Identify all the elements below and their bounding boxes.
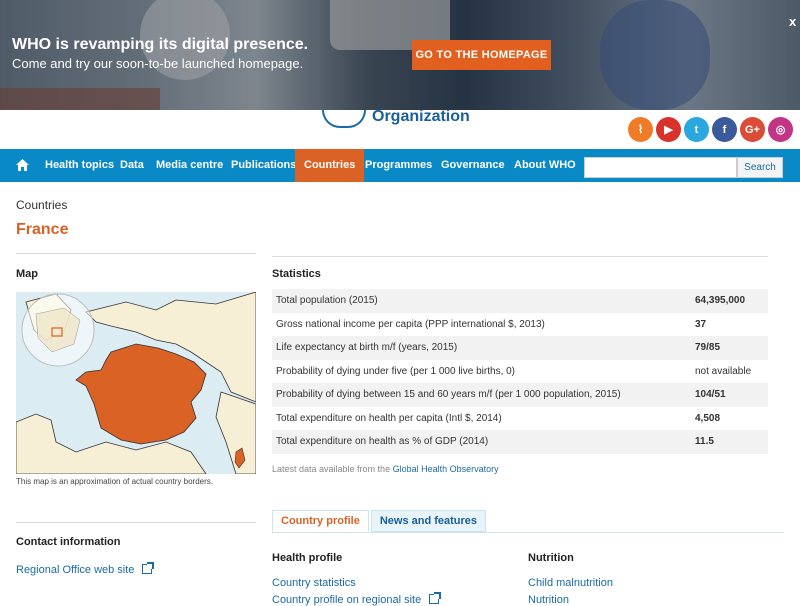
contact-heading: Contact information	[16, 536, 121, 548]
table-row: Probability of dying under five (per 1 0…	[272, 360, 768, 384]
tab-country-profile[interactable]: Country profile	[272, 510, 369, 532]
health-profile-heading: Health profile	[272, 552, 343, 564]
stat-label: Probability of dying under five (per 1 0…	[276, 365, 516, 377]
home-icon[interactable]	[16, 159, 29, 171]
regional-office-link[interactable]: Regional Office web site	[16, 562, 155, 576]
statistics-heading: Statistics	[272, 268, 321, 280]
stat-value: not available	[695, 365, 752, 377]
logo-text: Organization	[372, 108, 470, 125]
nav-item-data[interactable]: Data	[120, 149, 144, 182]
country-map	[16, 292, 256, 474]
who-logo[interactable]: Organization	[322, 108, 470, 130]
social-links: ⌇ ▶ t f G+ ◎	[628, 117, 793, 142]
nutrition-link[interactable]: Nutrition	[528, 594, 569, 606]
table-row: Life expectancy at birth m/f (years, 201…	[272, 336, 768, 360]
nav-item-about-who[interactable]: About WHO	[514, 149, 576, 182]
promo-banner: WHO is revamping its digital presence. C…	[0, 0, 800, 110]
search-input[interactable]	[584, 157, 737, 178]
table-row: Total expenditure on health per capita (…	[272, 407, 768, 431]
rss-icon[interactable]: ⌇	[628, 117, 653, 142]
global-health-observatory-link[interactable]: Global Health Observatory	[393, 464, 499, 474]
map-disclaimer: This map is an approximation of actual c…	[16, 477, 213, 486]
stat-label: Life expectancy at birth m/f (years, 201…	[276, 342, 458, 354]
close-banner-button[interactable]: x	[789, 14, 796, 29]
youtube-icon[interactable]: ▶	[656, 117, 681, 142]
divider	[16, 253, 256, 254]
table-row: Total expenditure on health as % of GDP …	[272, 430, 768, 454]
stat-label: Total expenditure on health as % of GDP …	[276, 436, 489, 448]
statistics-table: Total population (2015) 64,395,000 Gross n…	[272, 289, 768, 454]
map-heading: Map	[16, 268, 38, 280]
table-row: Gross national income per capita (PPP in…	[272, 313, 768, 337]
tab-news-and-features[interactable]: News and features	[370, 510, 487, 532]
banner-subtitle: Come and try our soon-to-be launched hom…	[12, 56, 304, 71]
child-malnutrition-link[interactable]: Child malnutrition	[528, 577, 613, 589]
country-profile-regional-link[interactable]: Country profile on regional site	[272, 592, 442, 606]
stat-label: Total expenditure on health per capita (…	[276, 412, 502, 424]
nutrition-heading: Nutrition	[528, 552, 574, 564]
table-row: Probability of dying between 15 and 60 y…	[272, 383, 768, 407]
nav-item-health-topics[interactable]: Health topics	[45, 149, 114, 182]
stat-label: Gross national income per capita (PPP in…	[276, 318, 545, 330]
external-link-icon	[142, 562, 155, 574]
google-plus-icon[interactable]: G+	[740, 117, 765, 142]
nav-item-media-centre[interactable]: Media centre	[156, 149, 223, 182]
instagram-icon[interactable]: ◎	[768, 117, 793, 142]
nav-item-programmes[interactable]: Programmes	[365, 149, 432, 182]
external-link-icon	[429, 592, 442, 604]
facebook-icon[interactable]: f	[712, 117, 737, 142]
stat-value: 4,508	[695, 412, 721, 424]
nav-item-governance[interactable]: Governance	[441, 149, 505, 182]
stat-value: 79/85	[695, 342, 721, 354]
stat-label: Probability of dying between 15 and 60 y…	[276, 389, 621, 401]
stat-value: 64,395,000	[695, 295, 746, 307]
page-title: France	[16, 221, 69, 238]
breadcrumb[interactable]: Countries	[16, 198, 67, 212]
divider	[16, 522, 256, 523]
stat-value: 11.5	[695, 436, 714, 448]
stat-value: 37	[695, 318, 707, 330]
nav-item-countries[interactable]: Countries	[295, 149, 365, 182]
table-row: Total population (2015) 64,395,000	[272, 289, 768, 313]
twitter-icon[interactable]: t	[684, 117, 709, 142]
profile-tabs: Country profile News and features	[272, 510, 487, 532]
search-button[interactable]: Search	[737, 157, 783, 178]
divider	[272, 256, 768, 257]
nav-item-publications[interactable]: Publications	[231, 149, 296, 182]
statistics-source: Latest data available from the Global He…	[272, 464, 499, 474]
stat-label: Total population (2015)	[276, 295, 378, 307]
go-to-homepage-button[interactable]: GO TO THE HOMEPAGE	[412, 40, 551, 70]
country-statistics-link[interactable]: Country statistics	[272, 577, 356, 589]
stat-value: 104/51	[695, 389, 726, 401]
banner-title: WHO is revamping its digital presence.	[12, 36, 309, 53]
un-emblem-icon	[322, 110, 366, 128]
